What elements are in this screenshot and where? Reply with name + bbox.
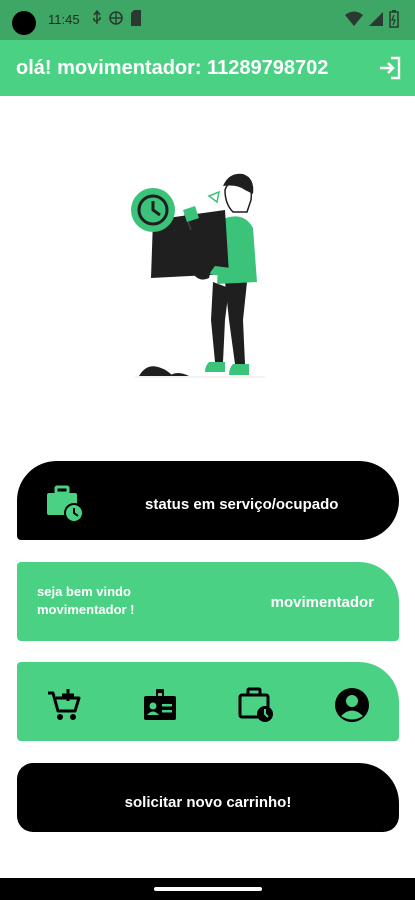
home-gesture-handle[interactable]: [154, 887, 262, 891]
service-status-card[interactable]: status em serviço/ocupado: [17, 461, 399, 540]
welcome-greeting: seja bem vindo movimentador !: [37, 584, 135, 617]
app-header: olá! movimentador: 11289798702: [0, 40, 415, 96]
cart-add-button[interactable]: [45, 686, 83, 724]
welcome-card: seja bem vindo movimentador ! movimentad…: [17, 562, 399, 641]
system-status-bar: 11:45: [0, 0, 415, 40]
status-notification-icons: [92, 10, 142, 26]
service-status-label: status em serviço/ocupado: [145, 496, 339, 513]
request-new-cart-button[interactable]: solicitar novo carrinho!: [17, 763, 399, 832]
camera-cutout: [12, 11, 36, 35]
account-circle-icon: [335, 688, 369, 722]
logout-icon[interactable]: [377, 55, 403, 81]
id-badge-button[interactable]: [141, 686, 179, 724]
sim-card-icon: [131, 10, 141, 26]
delivery-person-illustration: [131, 173, 265, 378]
wifi-icon: [345, 11, 363, 26]
briefcase-clock-icon: [238, 687, 273, 722]
id-badge-icon: [144, 689, 176, 720]
service-status-button[interactable]: [237, 686, 275, 724]
user-role: movimentador: [270, 594, 374, 611]
vpn-globe-icon: [109, 11, 123, 25]
battery-icon: [389, 10, 399, 28]
cart-add-icon: [48, 689, 81, 720]
signal-icon: [369, 12, 383, 26]
system-navigation-bar: [0, 878, 415, 900]
briefcase-clock-icon: [47, 485, 84, 523]
status-time: 11:45: [48, 12, 80, 27]
usb-icon: [93, 10, 101, 24]
quick-actions-menu: [17, 662, 399, 741]
account-button[interactable]: [333, 686, 371, 724]
status-system-icons: [345, 10, 399, 28]
request-new-cart-label: solicitar novo carrinho!: [124, 794, 292, 811]
page-title: olá! movimentador: 11289798702: [16, 57, 329, 79]
